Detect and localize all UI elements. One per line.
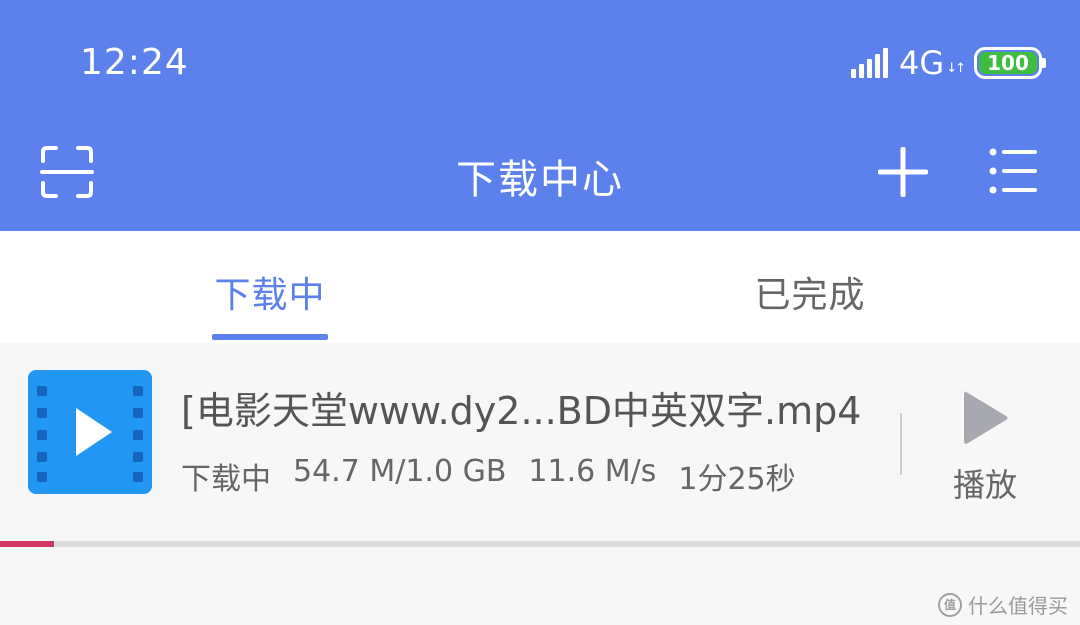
download-time-left: 1分25秒: [678, 462, 796, 497]
plus-icon[interactable]: [878, 147, 928, 197]
watermark: 值 什么值得买: [938, 590, 1068, 619]
download-meta: 下载中 54.7 M/1.0 GB 11.6 M/s 1分25秒: [181, 454, 796, 498]
progress-bar: [0, 541, 1080, 547]
video-file-icon: [28, 370, 152, 494]
status-time: 12:24: [80, 42, 189, 83]
active-tab-indicator: [212, 334, 328, 340]
file-name: [电影天堂www.dy2...BD中英双字.mp4: [181, 389, 862, 433]
watermark-logo: 值: [938, 592, 962, 617]
battery-icon: 100: [974, 47, 1046, 79]
tab-bar: 下载中 已完成: [0, 231, 1080, 343]
progress-fill: [0, 541, 54, 547]
network-label: 4G: [899, 44, 945, 82]
download-speed: 11.6 M/s: [528, 454, 657, 489]
menu-icon[interactable]: [988, 147, 1038, 195]
tab-downloading[interactable]: 下载中: [212, 266, 328, 318]
tab-completed[interactable]: 已完成: [752, 266, 868, 318]
play-button[interactable]: 播放: [940, 388, 1030, 508]
download-status: 下载中: [181, 462, 271, 497]
network-activity-icon: ↓↑: [946, 60, 966, 76]
play-icon: [964, 391, 1008, 444]
signal-icon: [851, 48, 891, 78]
play-label: 播放: [952, 466, 1017, 504]
watermark-text: 什么值得买: [968, 594, 1068, 618]
download-size: 54.7 M/1.0 GB: [293, 454, 507, 489]
status-indicators: 4G ↓↑ 100: [851, 44, 1046, 82]
app-header: 12:24 4G ↓↑ 100 下载中心: [0, 0, 1080, 231]
battery-level: 100: [979, 51, 1037, 75]
download-item[interactable]: [电影天堂www.dy2...BD中英双字.mp4 下载中 54.7 M/1.0…: [0, 343, 1080, 548]
item-divider: [900, 413, 902, 475]
